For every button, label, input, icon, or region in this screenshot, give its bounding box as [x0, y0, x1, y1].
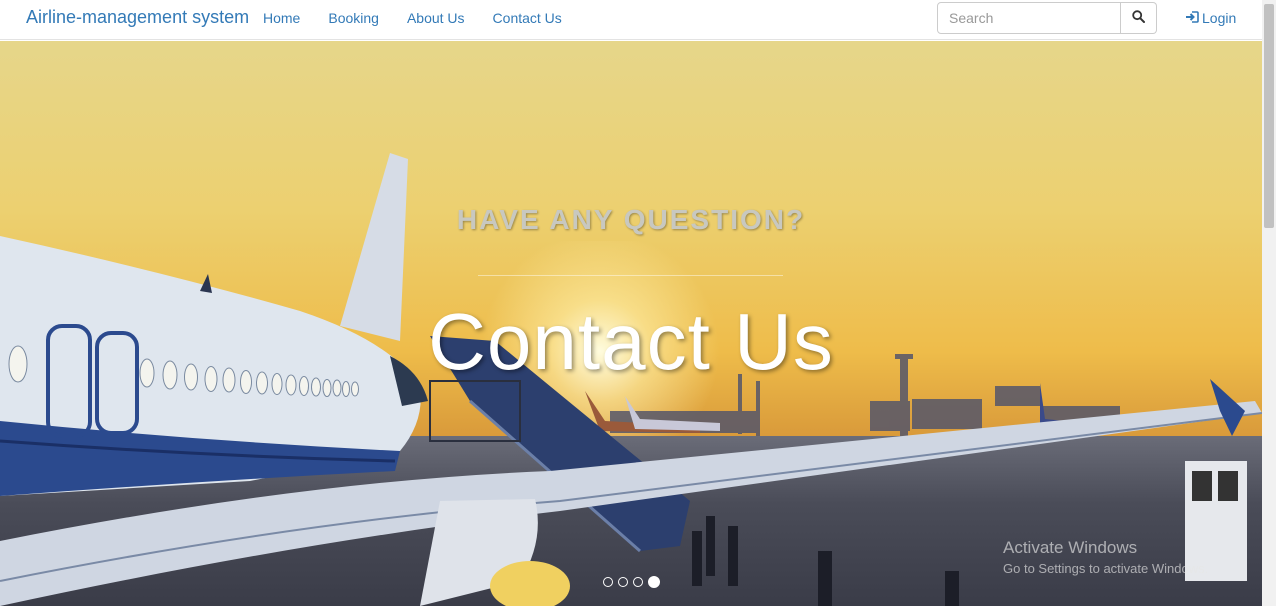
carousel-indicator-active[interactable] [648, 576, 660, 588]
watermark-subtitle: Go to Settings to activate Windows. [1003, 561, 1209, 576]
hero-heading: HAVE ANY QUESTION? [456, 204, 806, 235]
search-icon [1132, 10, 1145, 26]
search-form [937, 2, 1157, 34]
nav-link-booking[interactable]: Booking [328, 10, 379, 26]
scrollbar-thumb[interactable] [1264, 4, 1274, 228]
brand-link[interactable]: Airline-management system [26, 7, 249, 28]
hero-title: Contact Us [428, 297, 834, 386]
page-scrollbar[interactable] [1262, 0, 1276, 606]
login-label: Login [1202, 10, 1237, 26]
carousel-indicator[interactable] [603, 577, 613, 587]
login-icon [1185, 10, 1202, 26]
nav-link-contact-us[interactable]: Contact Us [493, 10, 562, 26]
activation-watermark: Activate Windows Go to Settings to activ… [1003, 538, 1208, 576]
carousel-indicator[interactable] [633, 577, 643, 587]
watermark-title: Activate Windows [1003, 538, 1138, 557]
login-link[interactable]: Login [1185, 10, 1236, 26]
nav-links: Home Booking About Us Contact Us [263, 10, 590, 26]
carousel-indicator[interactable] [618, 577, 628, 587]
search-button[interactable] [1121, 2, 1157, 34]
nav-link-home[interactable]: Home [263, 10, 300, 26]
hero-divider [478, 275, 783, 276]
hero-carousel: HAVE ANY QUESTION? Contact Us Activate W… [0, 41, 1262, 606]
nav-link-about-us[interactable]: About Us [407, 10, 465, 26]
search-input[interactable] [937, 2, 1121, 34]
navbar: Airline-management system Home Booking A… [0, 0, 1262, 40]
carousel-indicators [603, 576, 665, 588]
